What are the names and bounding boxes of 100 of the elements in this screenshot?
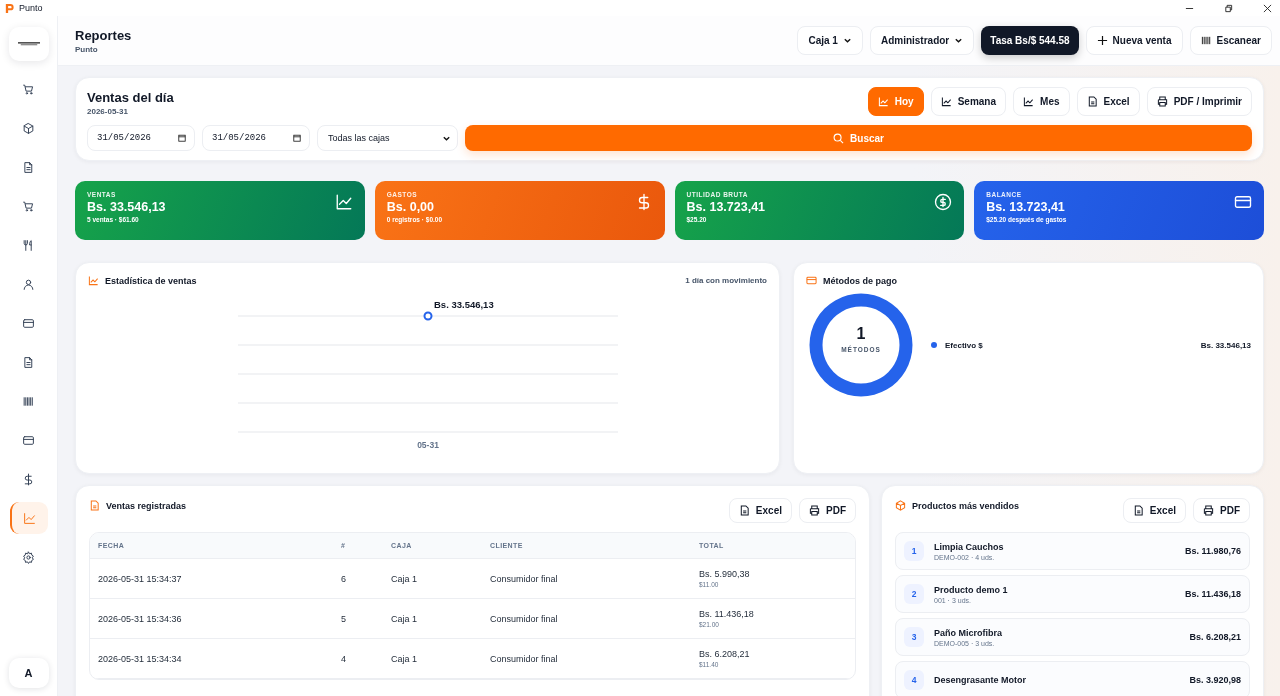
table-cell-text: Caja 1	[391, 653, 418, 664]
line-chart-icon	[940, 96, 952, 107]
document-icon	[738, 505, 750, 516]
card-title: Productos más vendidos	[912, 500, 1020, 511]
section-title: Ventas del día	[87, 90, 174, 105]
product-name: Desengrasante Motor	[934, 675, 1027, 685]
start-date-field[interactable]: 31/05/2026	[87, 125, 195, 151]
card-title: Estadística de ventas	[105, 275, 197, 286]
document-icon	[89, 500, 100, 511]
rank-badge: 4	[904, 670, 924, 690]
register-select[interactable]: Caja 1	[797, 26, 863, 55]
product-total: Bs. 3.920,98	[1189, 675, 1241, 685]
table-cell-text: 6	[341, 573, 347, 584]
cart-icon	[22, 199, 35, 213]
product-name: Paño Microfibra	[934, 627, 1002, 638]
user-select[interactable]: Administrador	[869, 26, 975, 55]
table-cell-text: 2026-05-31 15:34:37	[98, 573, 183, 584]
chevron-down-icon	[954, 36, 964, 45]
product-total: Bs. 6.208,21	[1189, 632, 1241, 642]
card-icon	[22, 316, 35, 330]
rank-badge: 2	[904, 584, 924, 604]
printer-icon	[809, 505, 820, 516]
person-icon	[22, 277, 35, 291]
report-date: 2026-05-31	[87, 107, 129, 116]
box-icon	[22, 121, 35, 135]
axis-label: 05-31	[417, 440, 439, 450]
close-icon[interactable]	[1263, 3, 1272, 13]
pdf-button[interactable]: PDF	[1193, 498, 1250, 523]
card-title: Ventas registradas	[106, 500, 187, 511]
document-icon	[1132, 505, 1144, 516]
cart-icon	[22, 82, 35, 96]
logo-icon	[17, 42, 40, 46]
table-cell-text: 2026-05-31 15:34:34	[98, 653, 183, 664]
line-chart-icon	[334, 193, 353, 211]
table-cell: Bs. 5.990,38	[699, 569, 750, 579]
page-subtitle: Punto	[75, 44, 99, 54]
new-sale-button[interactable]: Nueva venta	[1085, 26, 1183, 55]
table-cell-text: Caja 1	[391, 573, 418, 584]
legend-label: Efectivo $	[945, 340, 983, 350]
product-total: Bs. 11.980,76	[1184, 546, 1241, 556]
table-cell-text: Consumidor final	[490, 573, 559, 584]
table-cell: Bs. 6.208,21	[699, 649, 750, 659]
printer-icon	[1203, 505, 1214, 516]
table-cell-text: Consumidor final	[490, 653, 559, 664]
card-icon	[806, 275, 817, 286]
printer-icon	[1156, 96, 1168, 107]
window-title: Punto	[19, 3, 43, 13]
calendar-icon	[293, 134, 301, 142]
excel-button[interactable]: Excel	[1122, 498, 1186, 523]
exchange-rate-badge: Tasa Bs/$ 544.58	[981, 26, 1079, 55]
excel-button[interactable]: Excel	[1076, 87, 1140, 116]
table-cell-text: 5	[341, 613, 347, 624]
period-tab[interactable]: Mes	[1013, 87, 1070, 116]
chevron-down-icon	[842, 36, 852, 45]
app-logo-icon	[4, 2, 15, 14]
restore-icon[interactable]	[1224, 3, 1233, 13]
line-chart-icon	[23, 511, 36, 525]
data-point	[423, 311, 433, 321]
table-cell-text: 2026-05-31 15:34:36	[98, 613, 183, 624]
plus-icon	[1096, 35, 1108, 46]
document-icon	[1086, 96, 1098, 107]
sidebar-item[interactable]	[9, 502, 48, 534]
calendar-icon	[178, 134, 186, 142]
table-cell: Bs. 11.436,18	[699, 609, 754, 619]
rank-badge: 3	[904, 627, 924, 647]
line-chart-icon	[88, 275, 99, 286]
legend-value: Bs. 33.546,13	[1200, 340, 1251, 350]
register-filter-select[interactable]: Todas las cajas	[317, 125, 458, 151]
user-avatar[interactable]: A	[8, 658, 49, 688]
document-icon	[22, 160, 35, 174]
pdf-button[interactable]: PDF	[799, 498, 856, 523]
scan-button[interactable]: Escanear	[1189, 26, 1272, 55]
settings-icon	[22, 550, 35, 564]
document-icon	[22, 355, 35, 369]
stat-value: Bs. 0,00	[386, 200, 435, 214]
product-name: Producto demo 1	[934, 584, 1008, 595]
table-cell-text: Caja 1	[391, 613, 418, 624]
method-count: 1	[855, 325, 867, 343]
card-icon	[1234, 193, 1252, 211]
page-title: Reportes	[75, 27, 132, 43]
stat-value: Bs. 13.723,41	[686, 200, 766, 214]
table-cell-text: Consumidor final	[490, 613, 559, 624]
chart-note: 1 día con movimiento	[685, 276, 767, 285]
stat-value: Bs. 13.723,41	[986, 200, 1066, 214]
barcode-icon	[1200, 35, 1212, 46]
line-chart-icon	[877, 96, 889, 107]
print-button[interactable]: PDF / Imprimir	[1146, 87, 1252, 116]
utensils-icon	[22, 238, 35, 252]
value-label: Bs. 33.546,13	[434, 299, 494, 310]
dollar-icon	[22, 472, 35, 486]
dollar-circle-icon	[934, 193, 953, 211]
period-tab[interactable]: Semana	[930, 87, 1007, 116]
excel-button[interactable]: Excel	[728, 498, 792, 523]
search-icon	[833, 132, 845, 144]
product-total: Bs. 11.436,18	[1184, 589, 1241, 599]
rank-badge: 1	[904, 541, 924, 561]
end-date-field[interactable]: 31/05/2026	[202, 125, 310, 151]
product-name: Limpia Cauchos	[934, 541, 1004, 552]
box-icon	[895, 500, 906, 511]
table-cell-text: 4	[341, 653, 347, 664]
